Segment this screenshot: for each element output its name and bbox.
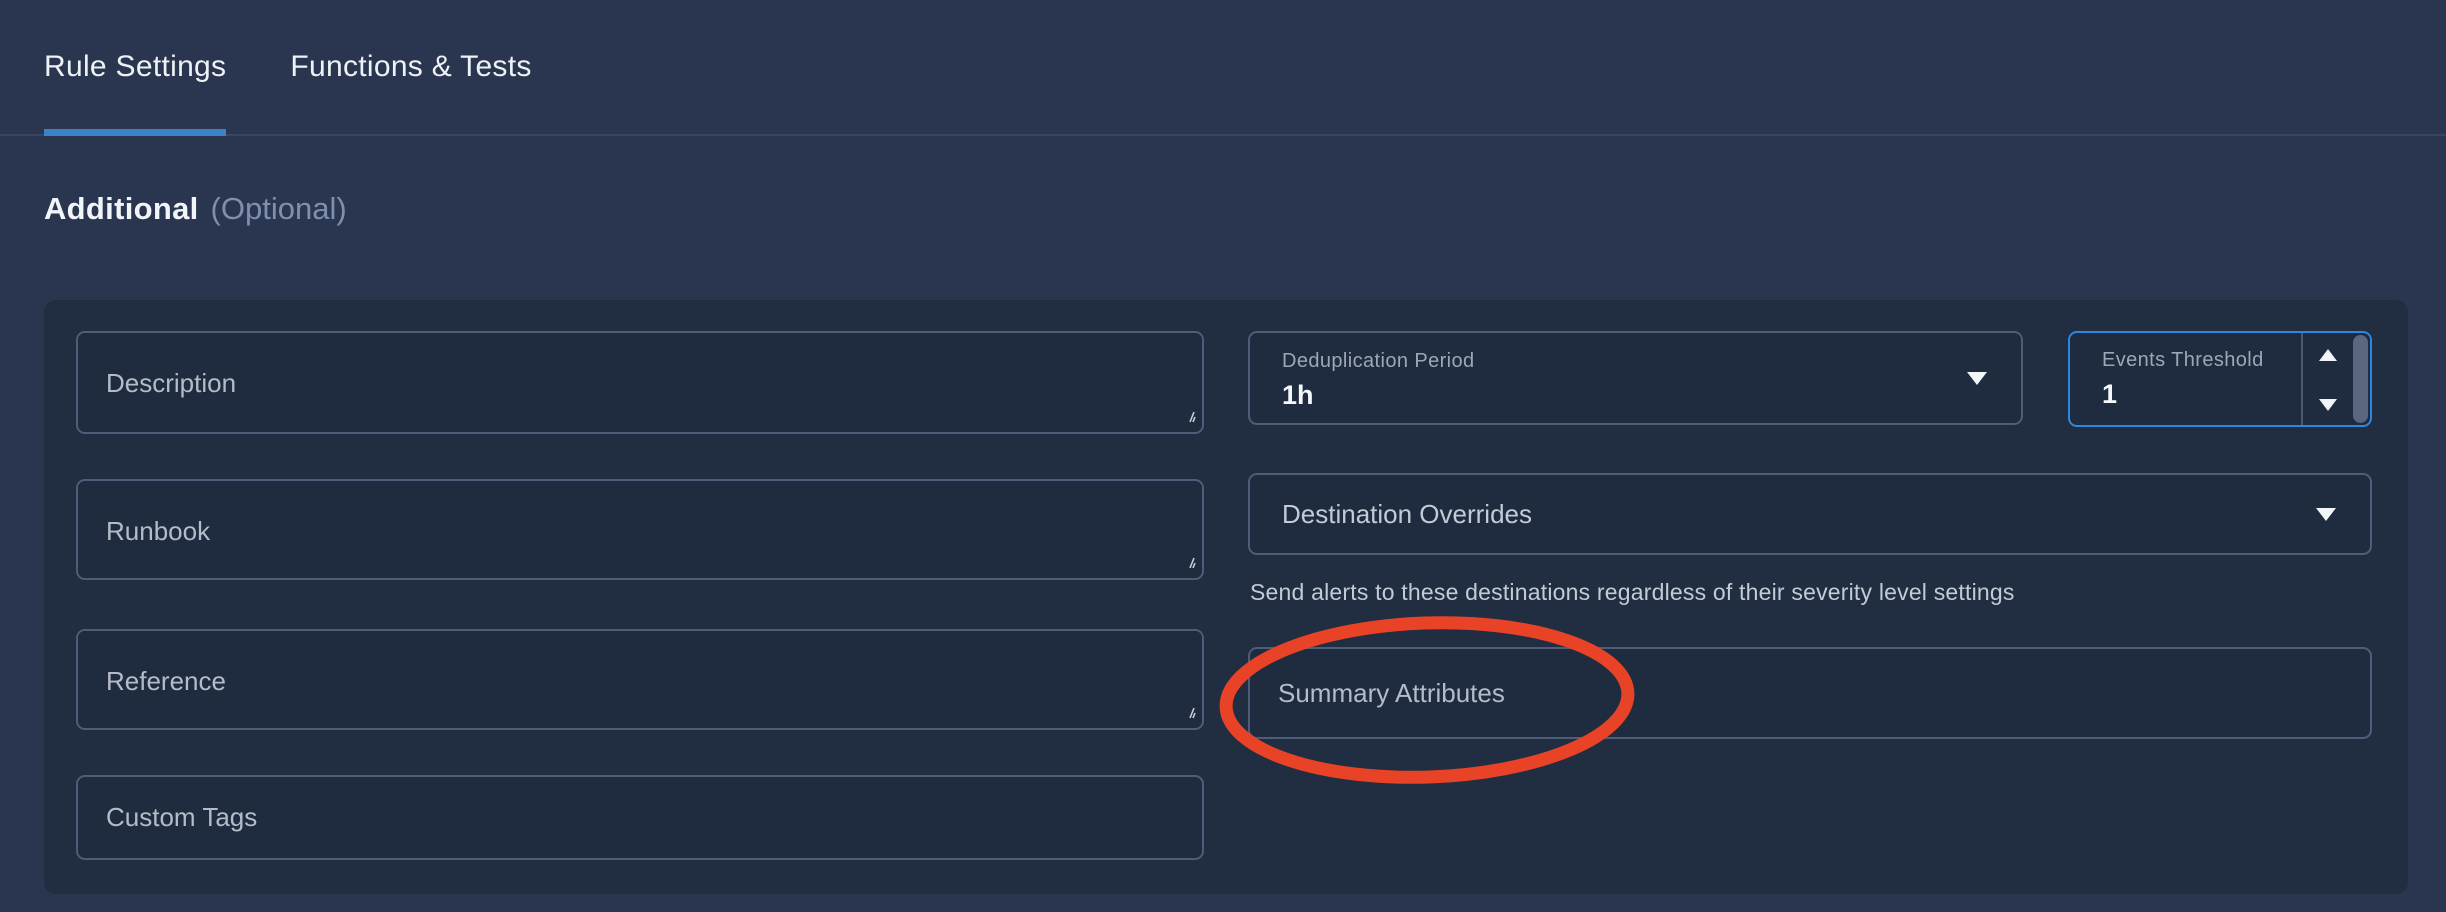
runbook-textarea[interactable] xyxy=(76,479,1204,580)
section-optional-label: (Optional) xyxy=(211,191,347,226)
reference-textarea[interactable] xyxy=(76,629,1204,730)
additional-settings-card: Deduplication Period 1h Events Threshold… xyxy=(44,300,2408,894)
chevron-down-icon xyxy=(1967,372,1987,385)
runbook-field xyxy=(76,479,1204,580)
events-threshold-value-area[interactable]: Events Threshold 1 xyxy=(2070,333,2303,425)
tab-functions-tests[interactable]: Functions & Tests xyxy=(290,0,531,134)
deduplication-period-value: 1h xyxy=(1282,380,1951,411)
rule-editor-page: Rule Settings Functions & Tests Addition… xyxy=(0,0,2446,912)
dedup-events-row: Deduplication Period 1h Events Threshold… xyxy=(1248,331,2372,427)
reference-field xyxy=(76,629,1204,730)
stepper-buttons xyxy=(2303,333,2353,425)
decrement-arrow-icon[interactable] xyxy=(2319,399,2337,411)
right-column: Deduplication Period 1h Events Threshold… xyxy=(1248,331,2372,894)
custom-tags-input[interactable] xyxy=(76,775,1204,860)
description-field xyxy=(76,331,1204,434)
events-threshold-value: 1 xyxy=(2102,379,2301,410)
tab-bar: Rule Settings Functions & Tests xyxy=(0,0,2446,136)
increment-arrow-icon[interactable] xyxy=(2319,349,2337,361)
custom-tags-field xyxy=(76,775,1204,860)
scrollbar-thumb[interactable] xyxy=(2353,335,2368,423)
deduplication-period-label: Deduplication Period xyxy=(1282,350,1951,373)
destination-overrides-helper-text: Send alerts to these destinations regard… xyxy=(1248,577,2372,607)
section-title: Additional xyxy=(44,191,199,226)
events-threshold-label: Events Threshold xyxy=(2102,349,2301,372)
left-column xyxy=(76,331,1204,894)
destination-overrides-select[interactable]: Destination Overrides xyxy=(1248,473,2372,555)
description-textarea[interactable] xyxy=(76,331,1204,434)
tab-rule-settings[interactable]: Rule Settings xyxy=(44,0,226,134)
summary-attributes-field xyxy=(1248,607,2372,739)
events-threshold-stepper[interactable]: Events Threshold 1 xyxy=(2068,331,2372,427)
chevron-down-icon xyxy=(2316,508,2336,521)
deduplication-period-select[interactable]: Deduplication Period 1h xyxy=(1248,331,2023,425)
section-heading: Additional (Optional) xyxy=(44,188,347,230)
destination-overrides-label: Destination Overrides xyxy=(1282,499,1532,530)
summary-attributes-input[interactable] xyxy=(1248,647,2372,739)
